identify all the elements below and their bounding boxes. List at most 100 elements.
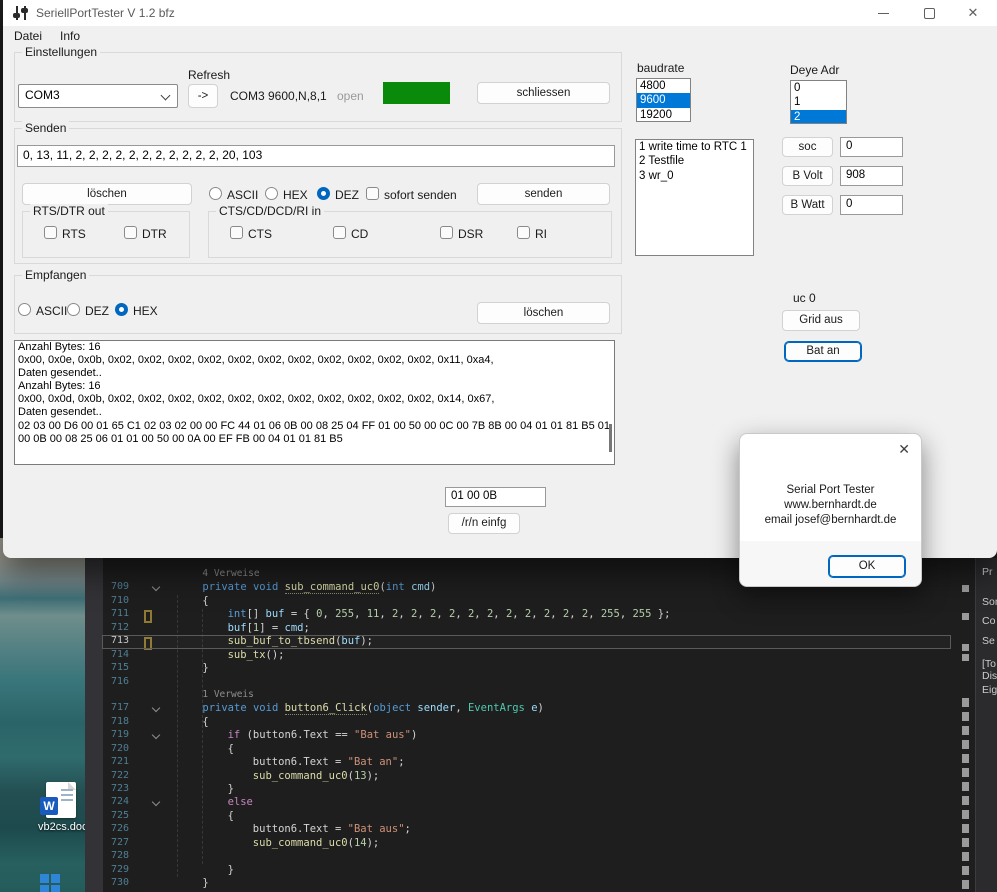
desktop-icon-partial[interactable] <box>40 874 60 892</box>
checkbox-dsr[interactable] <box>440 226 453 239</box>
scrollbar-mark <box>962 796 969 805</box>
checkbox-dtr[interactable] <box>124 226 137 239</box>
com-port-combobox[interactable]: COM3 <box>18 84 178 108</box>
port-open-indicator <box>383 82 450 104</box>
menu-datei[interactable]: Datei <box>14 29 42 43</box>
code-row: 719if (button6.Text == "Bat aus") <box>85 729 953 742</box>
code-row: 713sub_buf_to_tbsend(buf); <box>85 635 953 648</box>
line-number: 729 <box>103 864 129 875</box>
scrollbar-mark <box>962 838 969 847</box>
baudrate-listbox[interactable]: 4800 9600 19200 <box>636 78 691 122</box>
baudrate-item[interactable]: 19200 <box>637 108 690 122</box>
code-row: 727sub_command_uc0(14); <box>85 837 953 850</box>
codelens-row: 1 Verweis <box>85 689 953 702</box>
deye-item[interactable]: 1 <box>791 95 846 109</box>
dialog-ok-button[interactable]: OK <box>828 555 906 578</box>
screen: W vb2cs.doc 4 Verweise709private void su… <box>0 0 997 892</box>
checkbox-cts[interactable] <box>230 226 243 239</box>
menu-info[interactable]: Info <box>60 29 80 43</box>
code-row: 722sub_command_uc0(13); <box>85 770 953 783</box>
radio-rx-ascii-label: ASCII <box>36 304 67 318</box>
deye-item-selected[interactable]: 2 <box>791 110 846 124</box>
bvolt-button[interactable]: B Volt <box>782 166 833 186</box>
window-title: SeriellPortTester V 1.2 bfz <box>36 6 175 20</box>
radio-rx-ascii[interactable] <box>18 303 31 316</box>
line-number: 710 <box>103 595 129 606</box>
grid-aus-button[interactable]: Grid aus <box>782 310 860 331</box>
scrollbar-mark <box>962 585 969 592</box>
checkbox-sofort-senden-label: sofort senden <box>384 188 457 202</box>
deye-adr-listbox[interactable]: 0 1 2 <box>790 80 847 124</box>
rx-line: Daten gesendet.. <box>15 406 614 419</box>
send-data-input[interactable]: 0, 13, 11, 2, 2, 2, 2, 2, 2, 2, 2, 2, 2,… <box>17 145 615 167</box>
hex-command-input[interactable]: 01 00 0B <box>445 487 546 507</box>
side-panel-label: Dis <box>982 670 997 682</box>
side-panel-label: Co <box>982 615 995 627</box>
code-row: 724else <box>85 796 953 809</box>
refresh-button[interactable]: -> <box>188 84 218 108</box>
line-number: 730 <box>103 877 129 888</box>
vs-editor-window[interactable]: 4 Verweise709private void sub_command_uc… <box>85 558 997 892</box>
send-clear-button[interactable]: löschen <box>22 183 192 205</box>
commands-listbox[interactable]: 1 write time to RTC 1 2 Testfile 3 wr_0 <box>635 139 754 256</box>
code-rows[interactable]: 4 Verweise709private void sub_command_uc… <box>85 568 953 892</box>
checkbox-dsr-label: DSR <box>458 227 483 241</box>
code-row: 720{ <box>85 743 953 756</box>
schliessen-button[interactable]: schliessen <box>477 82 610 104</box>
radio-rx-hex[interactable] <box>115 303 128 316</box>
checkbox-dtr-label: DTR <box>142 227 167 241</box>
code-row: 725{ <box>85 810 953 823</box>
line-number: 722 <box>103 770 129 781</box>
radio-send-ascii[interactable] <box>209 187 222 200</box>
deye-item[interactable]: 0 <box>791 81 846 95</box>
radio-rx-hex-label: HEX <box>133 304 158 318</box>
command-item[interactable]: 3 wr_0 <box>636 169 753 183</box>
bat-an-button[interactable]: Bat an <box>784 341 862 362</box>
command-item[interactable]: 1 write time to RTC 1 <box>636 140 753 154</box>
code-row: 718{ <box>85 716 953 729</box>
radio-send-dez[interactable] <box>317 187 330 200</box>
line-number: 711 <box>103 608 129 619</box>
send-button[interactable]: senden <box>477 183 610 205</box>
side-panel-label: Son <box>982 596 997 608</box>
code-row: 716 <box>85 676 953 689</box>
radio-send-ascii-label: ASCII <box>227 188 258 202</box>
command-item[interactable]: 2 Testfile <box>636 154 753 168</box>
radio-send-hex[interactable] <box>265 187 278 200</box>
scrollbar-mark <box>962 726 969 735</box>
bwatt-value[interactable]: 0 <box>840 195 903 215</box>
soc-button[interactable]: soc <box>782 137 833 157</box>
baudrate-item[interactable]: 4800 <box>637 79 690 93</box>
line-number: 717 <box>103 702 129 713</box>
baudrate-item-selected[interactable]: 9600 <box>637 93 690 107</box>
line-number: 724 <box>103 796 129 807</box>
receive-log[interactable]: Anzahl Bytes: 16 0x00, 0x0e, 0x0b, 0x02,… <box>14 340 615 465</box>
rx-scrollbar-thumb[interactable] <box>609 424 612 452</box>
desktop-icon-vb2cs[interactable]: W vb2cs.doc <box>38 782 84 833</box>
code-row: 715} <box>85 662 953 675</box>
bvolt-value[interactable]: 908 <box>840 166 903 186</box>
soc-value[interactable]: 0 <box>840 137 903 157</box>
crlf-insert-button[interactable]: /r/n einfg <box>448 513 520 534</box>
radio-rx-dez[interactable] <box>67 303 80 316</box>
scrollbar-mark <box>962 880 969 889</box>
maximize-button[interactable] <box>908 0 948 26</box>
line-number: 726 <box>103 823 129 834</box>
editor-scrollbar[interactable] <box>953 558 975 892</box>
close-button[interactable]: ✕ <box>953 0 993 26</box>
checkbox-cd[interactable] <box>333 226 346 239</box>
checkbox-ri-label: RI <box>535 227 547 241</box>
line-number: 721 <box>103 756 129 767</box>
rx-line: 00 0B 00 08 25 06 01 01 00 50 00 0A 00 E… <box>15 433 614 446</box>
dialog-close-icon[interactable]: ✕ <box>898 441 910 458</box>
checkbox-rts[interactable] <box>44 226 57 239</box>
rx-clear-button[interactable]: löschen <box>477 302 610 324</box>
checkbox-sofort-senden[interactable] <box>366 187 379 200</box>
dialog-line-2: www.bernhardt.de <box>740 499 921 511</box>
checkbox-ri[interactable] <box>517 226 530 239</box>
checkbox-cts-label: CTS <box>248 227 272 241</box>
minimize-button[interactable] <box>863 0 903 26</box>
desktop-icon-label: vb2cs.doc <box>38 821 84 833</box>
bwatt-button[interactable]: B Watt <box>782 195 833 215</box>
radio-send-dez-label: DEZ <box>335 188 359 202</box>
